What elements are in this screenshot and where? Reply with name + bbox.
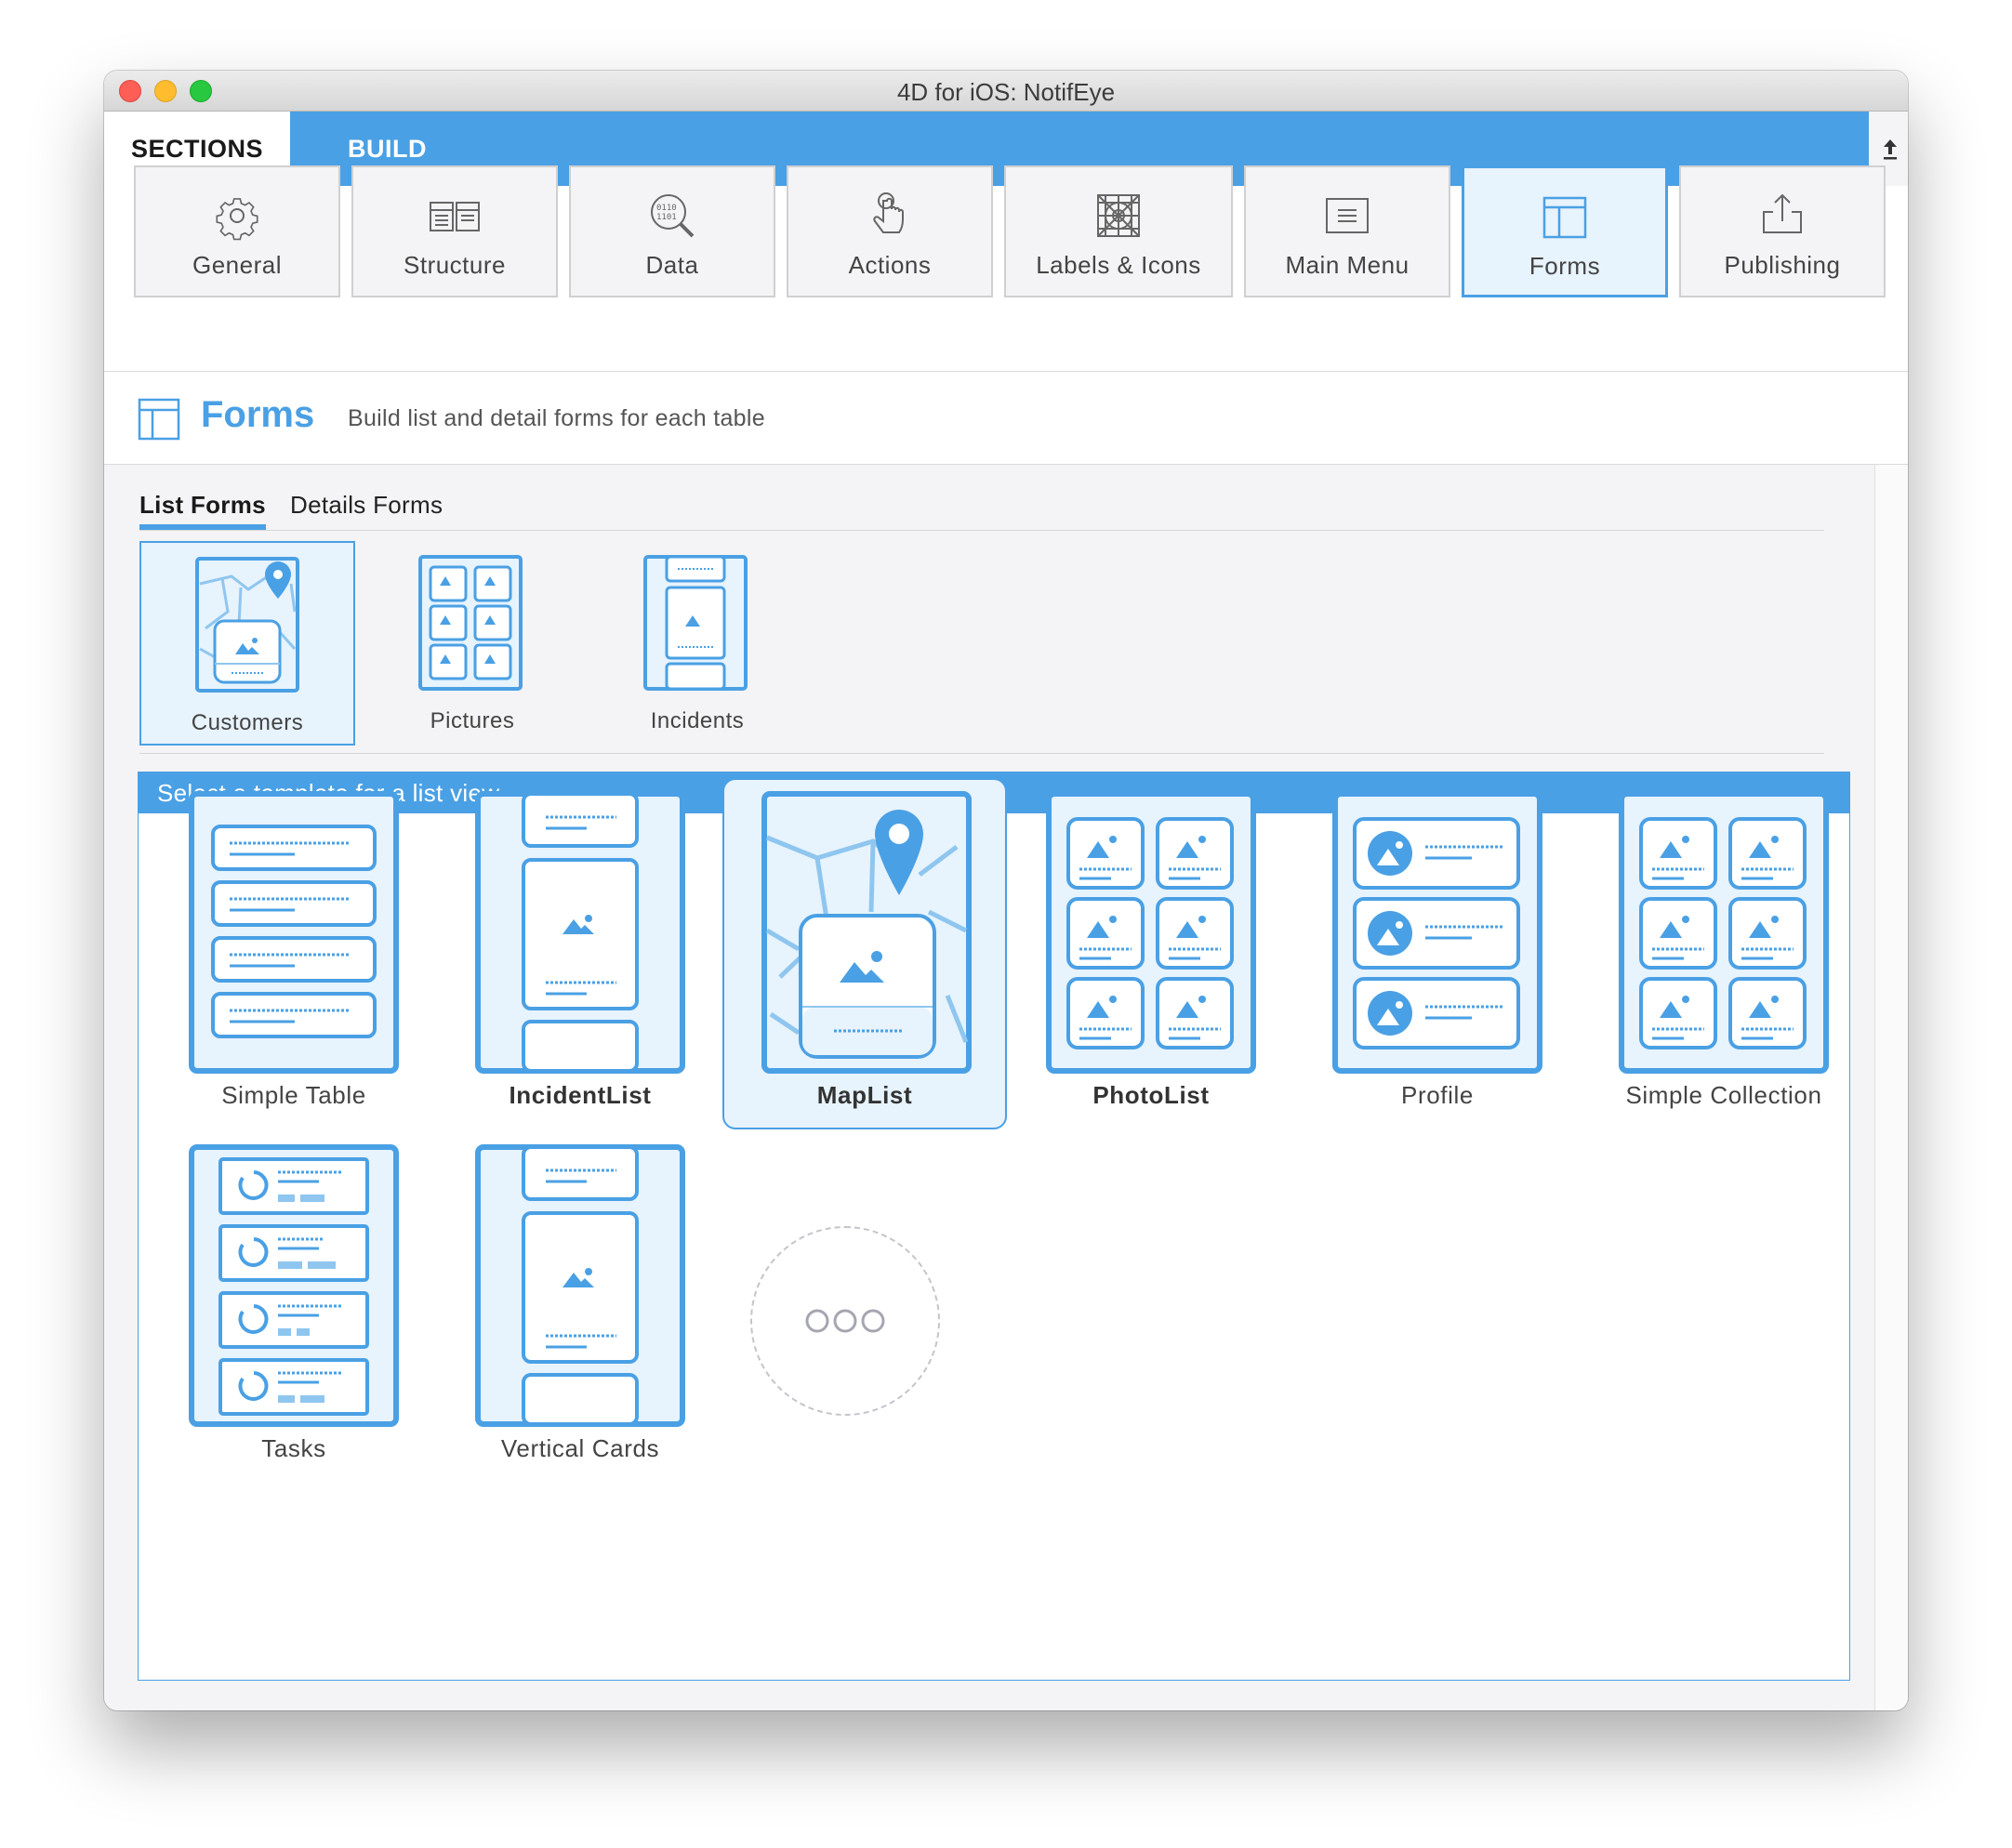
simple-table-icon — [189, 791, 399, 1074]
template-label: Simple Table — [221, 1081, 366, 1109]
template-label: Vertical Cards — [500, 1434, 660, 1462]
photo-list-icon — [1046, 791, 1256, 1074]
section-actions-button[interactable]: Actions — [787, 165, 993, 297]
section-data-button[interactable]: 0110 1101 Data — [569, 165, 775, 297]
map-list-icon — [195, 557, 299, 693]
template-panel: Select a template for a list view — [138, 772, 1850, 1681]
collection-icon — [1619, 791, 1829, 1074]
template-label: Simple Collection — [1625, 1081, 1822, 1109]
upload-icon[interactable] — [1880, 130, 1900, 167]
section-label: Forms — [1529, 252, 1601, 280]
table-label: Pictures — [430, 708, 515, 733]
ellipsis-icon — [805, 1309, 885, 1333]
svg-text:0110: 0110 — [656, 204, 677, 213]
profile-list-icon — [1332, 791, 1542, 1074]
tab-details-forms[interactable]: Details Forms — [290, 491, 443, 520]
window-title: 4D for iOS: NotifEye — [896, 78, 1116, 106]
template-map-list[interactable]: MapList — [722, 778, 1007, 1129]
forms-icon — [138, 398, 180, 441]
divider — [139, 530, 1824, 531]
template-tasks[interactable]: Tasks — [152, 1133, 436, 1485]
incident-list-icon — [475, 791, 685, 1074]
page-title: Forms — [201, 394, 315, 435]
section-forms-button[interactable]: Forms — [1462, 165, 1668, 297]
vertical-cards-icon — [475, 1144, 685, 1427]
hand-pointer-icon — [873, 192, 904, 233]
section-label: Data — [645, 251, 699, 279]
section-main-menu-button[interactable]: Main Menu — [1244, 165, 1450, 297]
photo-list-icon — [418, 555, 523, 691]
section-label: General — [192, 251, 282, 279]
template-label: Tasks — [261, 1434, 326, 1462]
forms-content: List Forms Details Forms Customers Pictu… — [104, 465, 1874, 1710]
template-profile[interactable]: Profile — [1295, 780, 1580, 1131]
template-label: PhotoList — [1092, 1081, 1210, 1109]
tab-list-forms[interactable]: List Forms — [139, 491, 266, 520]
tasks-icon — [189, 1144, 399, 1427]
divider — [139, 753, 1824, 754]
scrollbar[interactable] — [1874, 465, 1908, 1710]
section-label: Publishing — [1724, 251, 1841, 279]
table-item-pictures[interactable]: Pictures — [364, 541, 580, 746]
template-vertical-cards[interactable]: Vertical Cards — [438, 1133, 722, 1485]
section-publishing-button[interactable]: Publishing — [1679, 165, 1886, 297]
section-labels-icons-button[interactable]: Labels & Icons — [1004, 165, 1233, 297]
template-label: IncidentList — [509, 1081, 652, 1109]
table-item-incidents[interactable]: Incidents — [589, 541, 805, 746]
title-bar: 4D for iOS: NotifEye — [104, 71, 1908, 112]
template-photo-list[interactable]: PhotoList — [1009, 780, 1293, 1131]
share-icon — [1763, 193, 1802, 233]
template-simple-collection[interactable]: Simple Collection — [1582, 780, 1866, 1131]
incident-list-icon — [643, 555, 748, 691]
svg-text:1101: 1101 — [656, 213, 677, 222]
labels-icons-icon — [1097, 194, 1140, 237]
table-item-customers[interactable]: Customers — [139, 541, 355, 746]
app-window: 4D for iOS: NotifEye SECTIONS BUILD Gene… — [104, 71, 1908, 1710]
section-header: Forms Build list and detail forms for ea… — [104, 372, 1908, 465]
template-label: MapList — [816, 1081, 913, 1109]
table-label: Incidents — [650, 708, 745, 733]
menu-icon — [1326, 198, 1369, 233]
section-label: Actions — [848, 251, 932, 279]
section-label: Labels & Icons — [1036, 251, 1201, 279]
gear-icon — [216, 198, 258, 241]
map-list-icon — [761, 791, 972, 1074]
data-icon: 0110 1101 — [651, 194, 695, 238]
structure-icon — [430, 202, 480, 231]
template-incident-list[interactable]: IncidentList — [438, 780, 722, 1131]
template-simple-table[interactable]: Simple Table — [152, 780, 436, 1131]
table-label: Customers — [191, 710, 304, 735]
forms-icon — [1542, 196, 1587, 239]
section-label: Main Menu — [1285, 251, 1410, 279]
section-label: Structure — [404, 251, 506, 279]
page-description: Build list and detail forms for each tab… — [348, 405, 765, 431]
template-label: Profile — [1401, 1081, 1474, 1109]
more-templates-button[interactable] — [750, 1226, 940, 1416]
section-general-button[interactable]: General — [134, 165, 340, 297]
section-structure-button[interactable]: Structure — [351, 165, 558, 297]
